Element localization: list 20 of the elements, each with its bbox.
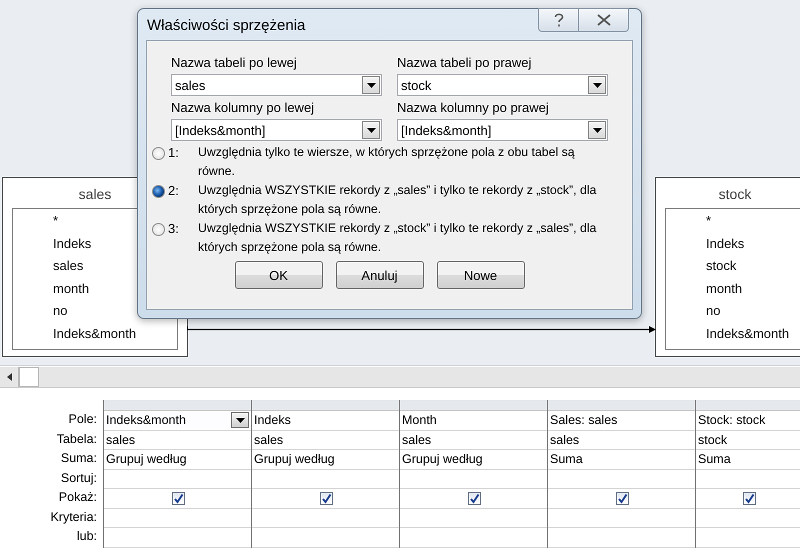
table-title: stock bbox=[718, 186, 752, 202]
table-title: sales bbox=[78, 186, 112, 202]
row-label: Tabela: bbox=[56, 430, 98, 448]
field-label: Nazwa kolumny po lewej bbox=[171, 100, 316, 117]
option-number: 2: bbox=[167, 183, 180, 198]
row-label: lub: bbox=[76, 528, 98, 545]
dialog-title: Właściwości sprzężenia bbox=[147, 17, 306, 34]
field-label: Nazwa kolumny po prawej bbox=[397, 100, 550, 117]
option-text: Uwzględnia tylko te wiersze, w których sprzężone pola z obu tabel są równe. bbox=[198, 144, 576, 180]
row-label: Sortuj: bbox=[60, 470, 98, 487]
row-label: Suma: bbox=[60, 450, 98, 467]
option-text: Uwzględnia WSZYSTKIE rekordy z „sales” i tylko te rekordy z „stock”, dla których sprzężone pola są równe. bbox=[198, 182, 598, 218]
row-label: Pole: bbox=[68, 411, 98, 428]
option-text: Uwzględnia WSZYSTKIE rekordy z „stock” i tylko te rekordy z „sales”, dla których sprzężone pola są równe. bbox=[198, 220, 598, 256]
field-label: Nazwa tabeli po lewej bbox=[171, 55, 298, 72]
field-label: Nazwa tabeli po prawej bbox=[397, 55, 532, 72]
option-number: 3: bbox=[167, 221, 180, 236]
option-number: 1: bbox=[167, 145, 180, 160]
row-label: Pokaż: bbox=[58, 489, 98, 506]
row-label: Kryteria: bbox=[49, 508, 98, 526]
